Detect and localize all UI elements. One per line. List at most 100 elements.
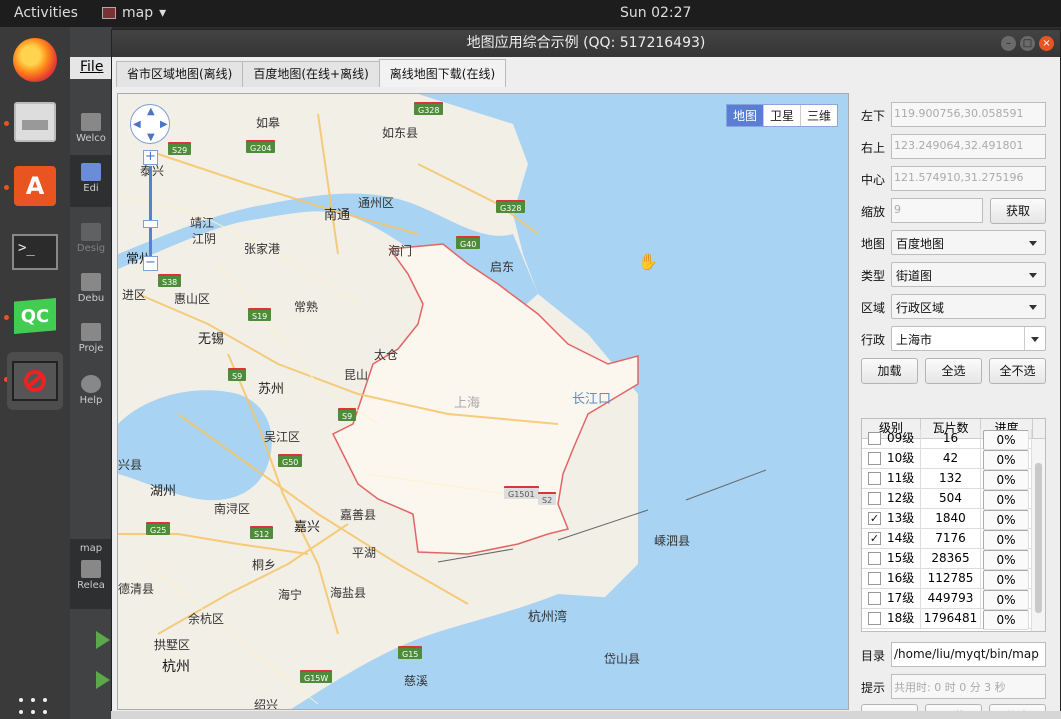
map-label: 张家港 [244, 242, 281, 256]
map-type-normal[interactable]: 地图 [726, 105, 763, 126]
zoom-in-button[interactable]: + [143, 150, 158, 165]
road-shield: G25 [146, 522, 171, 535]
level-checkbox[interactable] [868, 592, 881, 605]
tab-province-map[interactable]: 省市区域地图(离线) [116, 61, 244, 87]
bottom-left-field[interactable]: 119.900756,30.058591 [891, 102, 1046, 127]
running-indicator [4, 185, 9, 190]
file-menu[interactable]: File [70, 57, 112, 79]
activities-button[interactable]: Activities [14, 5, 78, 21]
dock-software[interactable]: A [10, 161, 60, 211]
region-label: 区域 [861, 301, 886, 315]
table-row[interactable]: 09级 16 0% [862, 429, 1032, 450]
map-type-switch: 地图 卫星 三维 [725, 104, 838, 127]
level-cell: 16级 [862, 569, 921, 589]
type-row: 类型 街道图 [854, 262, 1050, 288]
tab-baidu-map[interactable]: 百度地图(在线+离线) [242, 61, 380, 87]
mode-welcome[interactable]: Welco [70, 113, 112, 144]
app-menu[interactable]: map ▾ [102, 5, 166, 21]
mode-design[interactable]: Desig [70, 223, 112, 254]
clock[interactable]: Sun 02:27 [620, 5, 691, 21]
select-all-button[interactable]: 全选 [925, 358, 982, 384]
close-button[interactable]: × [1039, 36, 1054, 51]
pan-up-icon[interactable]: ▲ [147, 106, 155, 117]
map-view[interactable]: 如皋 如东县 泰兴 通州区 南通 靖江 江阴 张家港 海门 启东 常州 进区 惠… [117, 93, 849, 710]
region-select[interactable]: 行政区域 [891, 294, 1046, 319]
get-zoom-button[interactable]: 获取 [990, 198, 1046, 224]
title-bar[interactable]: 地图应用综合示例 (QQ: 517216493) – □ × [112, 30, 1060, 57]
pan-left-icon[interactable]: ◀ [133, 119, 141, 130]
minimize-button[interactable]: – [1001, 36, 1016, 51]
road-shield: G1501 [504, 486, 539, 499]
admin-combobox[interactable]: 上海市 [891, 326, 1046, 351]
bottom-left-label: 左下 [861, 109, 886, 123]
dock-qtcreator[interactable]: QC [10, 291, 60, 341]
tile-count-cell: 28365 [921, 549, 981, 569]
table-scrollbar[interactable] [1031, 439, 1045, 631]
table-row[interactable]: ✓ 13级 1840 0% [862, 509, 1032, 530]
dock-map-app[interactable] [7, 352, 63, 410]
type-select-value: 街道图 [896, 269, 933, 283]
table-row[interactable]: 15级 28365 0% [862, 549, 1032, 570]
mode-debug[interactable]: Debu [70, 273, 112, 304]
tile-count-cell: 42 [921, 449, 981, 469]
run-icon[interactable] [96, 631, 110, 649]
dock-terminal[interactable]: >_ [10, 227, 60, 277]
dock-firefox[interactable] [10, 35, 60, 85]
map-label: 地图 [861, 237, 886, 251]
level-checkbox[interactable] [868, 432, 881, 445]
road-shield: S9 [228, 368, 247, 381]
debug-run-icon[interactable] [96, 671, 110, 689]
map-type-3d[interactable]: 三维 [799, 105, 837, 126]
zoom-track[interactable] [149, 166, 152, 258]
top-right-field[interactable]: 123.249064,32.491801 [891, 134, 1046, 159]
load-button[interactable]: 加载 [861, 358, 918, 384]
pan-control[interactable]: ▲ ▼ ◀ ▶ [130, 104, 170, 144]
level-cell: ✓ 14级 [862, 529, 921, 549]
select-none-button[interactable]: 全不选 [989, 358, 1046, 384]
road-shield: S2 [538, 492, 557, 505]
tab-offline-download[interactable]: 离线地图下载(在线) [378, 59, 507, 87]
type-select[interactable]: 街道图 [891, 262, 1046, 287]
map-label: 南通 [324, 208, 351, 223]
level-checkbox[interactable] [868, 492, 881, 505]
map-select[interactable]: 百度地图 [891, 230, 1046, 255]
table-row[interactable]: 12级 504 0% [862, 489, 1032, 510]
progress-bar: 0% [983, 530, 1029, 550]
kit-selector[interactable]: map Relea [70, 539, 112, 609]
dock-files[interactable] [10, 97, 60, 147]
level-checkbox[interactable] [868, 612, 881, 625]
directory-field[interactable]: /home/liu/myqt/bin/map [891, 642, 1046, 667]
maximize-button[interactable]: □ [1020, 36, 1035, 51]
road-shield: S19 [248, 308, 272, 321]
table-row[interactable]: 10级 42 0% [862, 449, 1032, 470]
mode-edit[interactable]: Edi [70, 155, 112, 207]
table-row[interactable]: 11级 132 0% [862, 469, 1032, 490]
level-cell: 18级 [862, 609, 921, 629]
app-menu-label: map [122, 5, 154, 21]
table-row[interactable]: 18级 1796481 0% [862, 609, 1032, 630]
pan-right-icon[interactable]: ▶ [160, 119, 168, 130]
center-field[interactable]: 121.574910,31.275196 [891, 166, 1046, 191]
zoom-out-button[interactable]: − [143, 256, 158, 271]
level-checkbox[interactable] [868, 452, 881, 465]
table-row[interactable]: 16级 112785 0% [862, 569, 1032, 590]
scrollbar-thumb[interactable] [1035, 463, 1042, 613]
center-label: 中心 [861, 173, 886, 187]
level-checkbox[interactable] [868, 572, 881, 585]
level-checkbox[interactable] [868, 552, 881, 565]
pan-down-icon[interactable]: ▼ [147, 132, 155, 143]
map-type-satellite[interactable]: 卫星 [762, 105, 800, 126]
center-row: 中心 121.574910,31.275196 [854, 166, 1050, 192]
level-checkbox[interactable]: ✓ [868, 512, 881, 525]
tile-count-cell: 7176 [921, 529, 981, 549]
files-icon [14, 102, 56, 142]
mode-projects[interactable]: Proje [70, 323, 112, 354]
zoom-slider-thumb[interactable] [143, 220, 158, 228]
level-checkbox[interactable] [868, 472, 881, 485]
mode-help[interactable]: Help [70, 375, 112, 406]
table-row[interactable]: ✓ 14级 7176 0% [862, 529, 1032, 550]
table-row[interactable]: 17级 449793 0% [862, 589, 1032, 610]
show-applications-icon[interactable] [19, 698, 51, 716]
level-checkbox[interactable]: ✓ [868, 532, 881, 545]
zoom-field[interactable]: 9 [891, 198, 983, 223]
